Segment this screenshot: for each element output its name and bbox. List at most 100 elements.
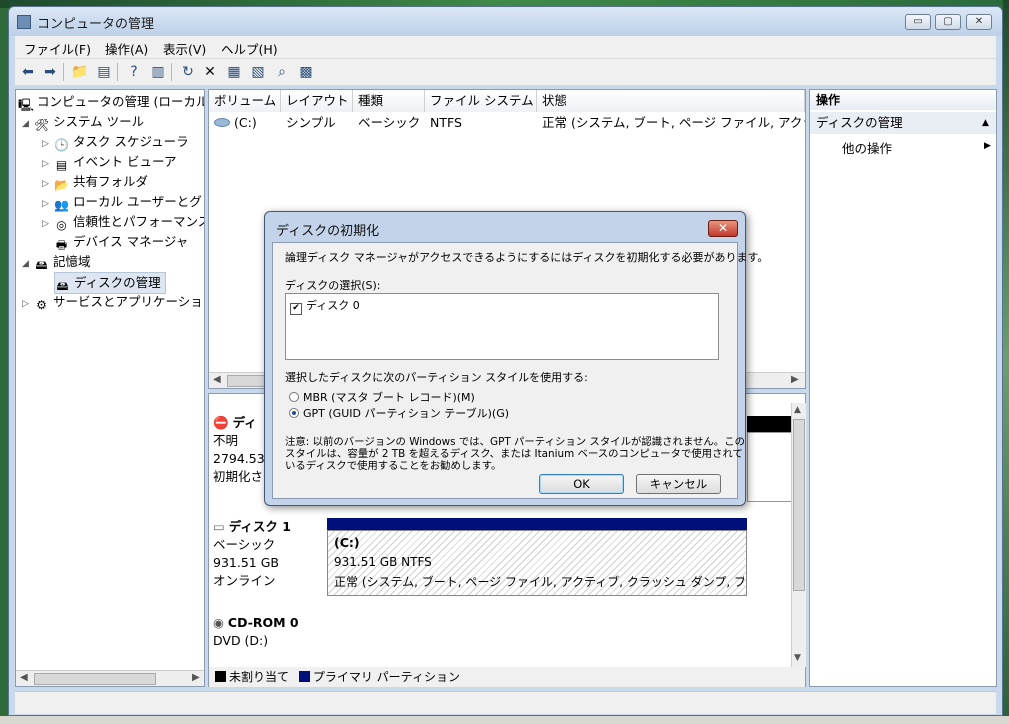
column-header-volume[interactable]: ボリューム xyxy=(209,90,281,112)
menu-action[interactable]: 操作(A) xyxy=(105,39,148,58)
tree-label: サービスとアプリケーショ xyxy=(53,294,203,309)
dialog-note-line-3: いるディスクで使用することをお勧めします。 xyxy=(285,460,502,472)
legend-primary: プライマリ パーティション xyxy=(312,670,460,684)
partition-label: (C:) xyxy=(334,535,360,550)
tree-horizontal-scrollbar[interactable]: ◀ ▶ xyxy=(16,670,204,686)
tree-item-storage[interactable]: ◢ 🖴 記憶域 xyxy=(22,252,91,272)
scroll-thumb[interactable] xyxy=(227,375,269,387)
scroll-right-icon[interactable]: ▶ xyxy=(791,374,799,385)
back-icon[interactable]: ⬅ xyxy=(19,63,37,81)
collapse-icon[interactable]: ▲ xyxy=(982,112,989,134)
unallocated-region[interactable] xyxy=(747,432,793,502)
scroll-up-icon[interactable]: ▲ xyxy=(794,405,801,415)
computer-management-icon xyxy=(17,15,31,29)
expand-arrow-icon[interactable]: ▷ xyxy=(42,174,54,194)
tree-item-services[interactable]: ▷ ⚙ サービスとアプリケーショ xyxy=(22,292,203,312)
help-icon[interactable]: ? xyxy=(125,63,143,81)
column-header-type[interactable]: 種類 xyxy=(353,90,425,112)
up-folder-icon[interactable]: 📁 xyxy=(71,63,89,81)
column-header-filesystem[interactable]: ファイル システム xyxy=(425,90,537,112)
tree-item-event-viewer[interactable]: ▷ ▤ イベント ビューア xyxy=(42,152,176,172)
disk-type: DVD (D:) xyxy=(213,633,269,648)
collapse-arrow-icon[interactable]: ◢ xyxy=(22,114,34,134)
scroll-left-icon[interactable]: ◀ xyxy=(213,374,221,385)
clock-icon: 🕒 xyxy=(54,138,69,152)
refresh-icon[interactable]: ↻ xyxy=(179,63,197,81)
checkbox-checked[interactable]: ✔ xyxy=(290,303,302,315)
expand-arrow-icon[interactable]: ▷ xyxy=(42,194,54,214)
disk-0-checkbox-item[interactable]: ✔ ディスク 0 xyxy=(290,297,360,315)
tree-item-disk-management[interactable]: 🖴 ディスクの管理 xyxy=(54,272,166,294)
properties-icon[interactable]: ▦ xyxy=(225,63,243,81)
search-icon[interactable]: ⌕ xyxy=(273,63,291,81)
cancel-button[interactable]: キャンセル xyxy=(636,474,721,494)
actions-header: 操作 xyxy=(810,90,996,110)
dialog-close-button[interactable]: ✕ xyxy=(708,220,738,237)
expand-arrow-icon[interactable]: ▷ xyxy=(42,134,54,154)
shared-folder-icon: 📂 xyxy=(54,178,69,192)
expand-arrow-icon[interactable]: ▷ xyxy=(42,154,54,174)
tree-item-device-manager[interactable]: 🖶 デバイス マネージャ xyxy=(54,232,188,252)
disk-select-list[interactable]: ✔ ディスク 0 xyxy=(285,293,719,360)
desktop-taskbar-edge xyxy=(0,716,1009,724)
partition-c[interactable]: (C:) 931.51 GB NTFS 正常 (システム, ブート, ページ フ… xyxy=(327,530,747,596)
actions-section-disk-management[interactable]: ディスクの管理 ▲ xyxy=(810,112,996,134)
expand-arrow-icon[interactable]: ▷ xyxy=(22,294,34,314)
maximize-button[interactable]: ▢ xyxy=(935,14,961,30)
submenu-arrow-icon[interactable]: ▶ xyxy=(984,141,991,151)
disk-name: ディ xyxy=(232,415,257,430)
expand-arrow-icon[interactable]: ▷ xyxy=(42,214,54,234)
show-hide-tree-icon[interactable]: ▤ xyxy=(95,63,113,81)
cdrom-0-info[interactable]: ◉ CD-ROM 0 DVD (D:) xyxy=(213,614,323,650)
radio-unselected[interactable] xyxy=(289,392,299,402)
actions-pane: 操作 ディスクの管理 ▲ 他の操作 ▶ xyxy=(809,89,997,687)
tree-label: デバイス マネージャ xyxy=(73,234,189,249)
scroll-left-icon[interactable]: ◀ xyxy=(20,672,28,683)
ok-button[interactable]: OK xyxy=(539,474,624,494)
column-header-status[interactable]: 状態 xyxy=(537,90,805,112)
minimize-button[interactable]: ▭ xyxy=(905,14,931,30)
cell-status: 正常 (システム, ブート, ページ ファイル, アクラ xyxy=(542,115,806,130)
forward-icon[interactable]: ➡ xyxy=(41,63,59,81)
disk-size: 931.51 GB xyxy=(213,555,279,570)
unallocated-bar[interactable] xyxy=(747,416,791,432)
tree-item-reliability[interactable]: ▷ ◎ 信頼性とパフォーマンス xyxy=(42,212,204,234)
menu-view[interactable]: 表示(V) xyxy=(163,39,206,58)
event-log-icon: ▤ xyxy=(55,158,68,172)
initialize-disk-dialog: ディスクの初期化 ✕ 論理ディスク マネージャがアクセスできるようにするにはディ… xyxy=(264,211,768,506)
delete-icon[interactable]: ✕ xyxy=(201,63,219,81)
collapse-arrow-icon[interactable]: ◢ xyxy=(22,254,34,274)
tree-item-computer-management[interactable]: 🖳 コンピュータの管理 (ローカル xyxy=(18,92,205,112)
title-bar[interactable]: コンピュータの管理 ▭ ▢ ✕ xyxy=(9,7,1002,36)
scroll-thumb[interactable] xyxy=(34,673,156,685)
tree-label: コンピュータの管理 (ローカル xyxy=(37,94,205,109)
close-button[interactable]: ✕ xyxy=(966,14,992,30)
scroll-thumb[interactable] xyxy=(793,419,805,591)
unknown-disk-icon: ⛔ xyxy=(213,415,229,430)
disk-map-vertical-scrollbar[interactable]: ▲ ▼ xyxy=(791,403,806,667)
tree-item-local-users[interactable]: ▷ 👥 ローカル ユーザーとグ xyxy=(42,192,202,212)
legend: 未割り当て プライマリ パーティション xyxy=(209,667,805,687)
show-hide-action-pane-icon[interactable]: ▥ xyxy=(149,63,167,81)
tree-label: 記憶域 xyxy=(53,254,91,269)
disk-icon: ▭ xyxy=(213,519,225,534)
tree-item-task-scheduler[interactable]: ▷ 🕒 タスク スケジューラ xyxy=(42,132,189,152)
column-header-layout[interactable]: レイアウト xyxy=(281,90,353,112)
mbr-radio[interactable]: MBR (マスタ ブート レコード)(M) xyxy=(289,389,475,405)
radio-selected[interactable] xyxy=(289,408,299,418)
settings-icon[interactable]: ▩ xyxy=(297,63,315,81)
menu-file[interactable]: ファイル(F) xyxy=(24,39,91,58)
device-manager-icon: 🖶 xyxy=(55,238,68,252)
tree-item-shared-folders[interactable]: ▷ 📂 共有フォルダ xyxy=(42,172,148,192)
gpt-radio[interactable]: GPT (GUID パーティション テーブル)(G) xyxy=(289,405,509,421)
disk-1-info[interactable]: ▭ ディスク 1 ベーシック 931.51 GB オンライン xyxy=(213,518,323,590)
action-other-operations[interactable]: 他の操作 xyxy=(842,138,892,157)
scroll-right-icon[interactable]: ▶ xyxy=(192,672,200,683)
disk-type: ベーシック xyxy=(213,537,276,552)
menu-help[interactable]: ヘルプ(H) xyxy=(221,39,278,58)
scroll-down-icon[interactable]: ▼ xyxy=(794,653,801,663)
open-icon[interactable]: ▧ xyxy=(249,63,267,81)
tree-item-system-tools[interactable]: ◢ 🛠 システム ツール xyxy=(22,112,144,132)
navigation-tree: 🖳 コンピュータの管理 (ローカル ◢ 🛠 システム ツール ▷ 🕒 タスク スケジューラ… xyxy=(15,89,205,687)
performance-icon: ◎ xyxy=(56,218,67,232)
